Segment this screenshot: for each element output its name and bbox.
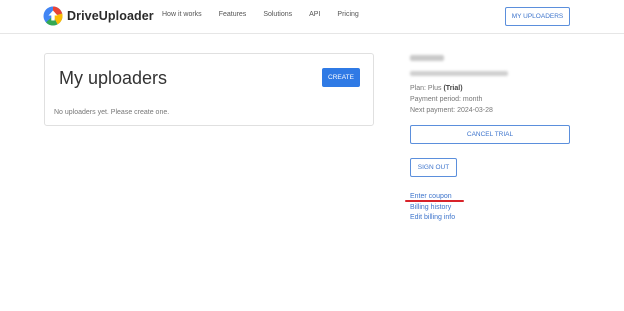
- empty-state-message: No uploaders yet. Please create one.: [54, 109, 170, 116]
- nav-how-it-works[interactable]: How it works: [162, 11, 202, 18]
- create-button[interactable]: CREATE: [322, 68, 360, 87]
- redacted-user-email: [410, 71, 508, 76]
- my-uploaders-button[interactable]: MY UPLOADERS: [505, 7, 570, 26]
- sign-out-button[interactable]: SIGN OUT: [410, 158, 457, 177]
- cancel-trial-button[interactable]: CANCEL TRIAL: [410, 125, 570, 144]
- payment-period: Payment period: month: [410, 96, 483, 103]
- edit-billing-info-link[interactable]: Edit billing info: [410, 213, 455, 224]
- plan-line: Plan: Plus (Trial): [410, 83, 580, 94]
- nav-api[interactable]: API: [309, 11, 320, 18]
- nav-solutions[interactable]: Solutions: [263, 11, 292, 18]
- nav-features[interactable]: Features: [219, 11, 247, 18]
- billing-history-link[interactable]: Billing history: [410, 203, 455, 214]
- account-links: Enter coupon Billing history Edit billin…: [410, 192, 455, 224]
- uploaders-panel: My uploaders CREATE No uploaders yet. Pl…: [44, 53, 374, 126]
- brand-name[interactable]: DriveUploader: [67, 9, 154, 23]
- drive-uploader-logo-icon[interactable]: [43, 6, 63, 26]
- nav-pricing[interactable]: Pricing: [337, 11, 358, 18]
- redacted-user-name: [410, 55, 444, 61]
- account-info: Plan: Plus (Trial) Payment period: month…: [410, 55, 580, 116]
- next-payment: Next payment: 2024-03-28: [410, 107, 493, 114]
- annotation-underline: [405, 200, 464, 202]
- page-title: My uploaders: [59, 68, 168, 88]
- main-nav: How it works Features Solutions API Pric…: [162, 11, 359, 18]
- plan-status: (Trial): [443, 85, 463, 92]
- plan-label: Plan: Plus: [410, 85, 444, 92]
- top-navbar: DriveUploader How it works Features Solu…: [0, 0, 624, 34]
